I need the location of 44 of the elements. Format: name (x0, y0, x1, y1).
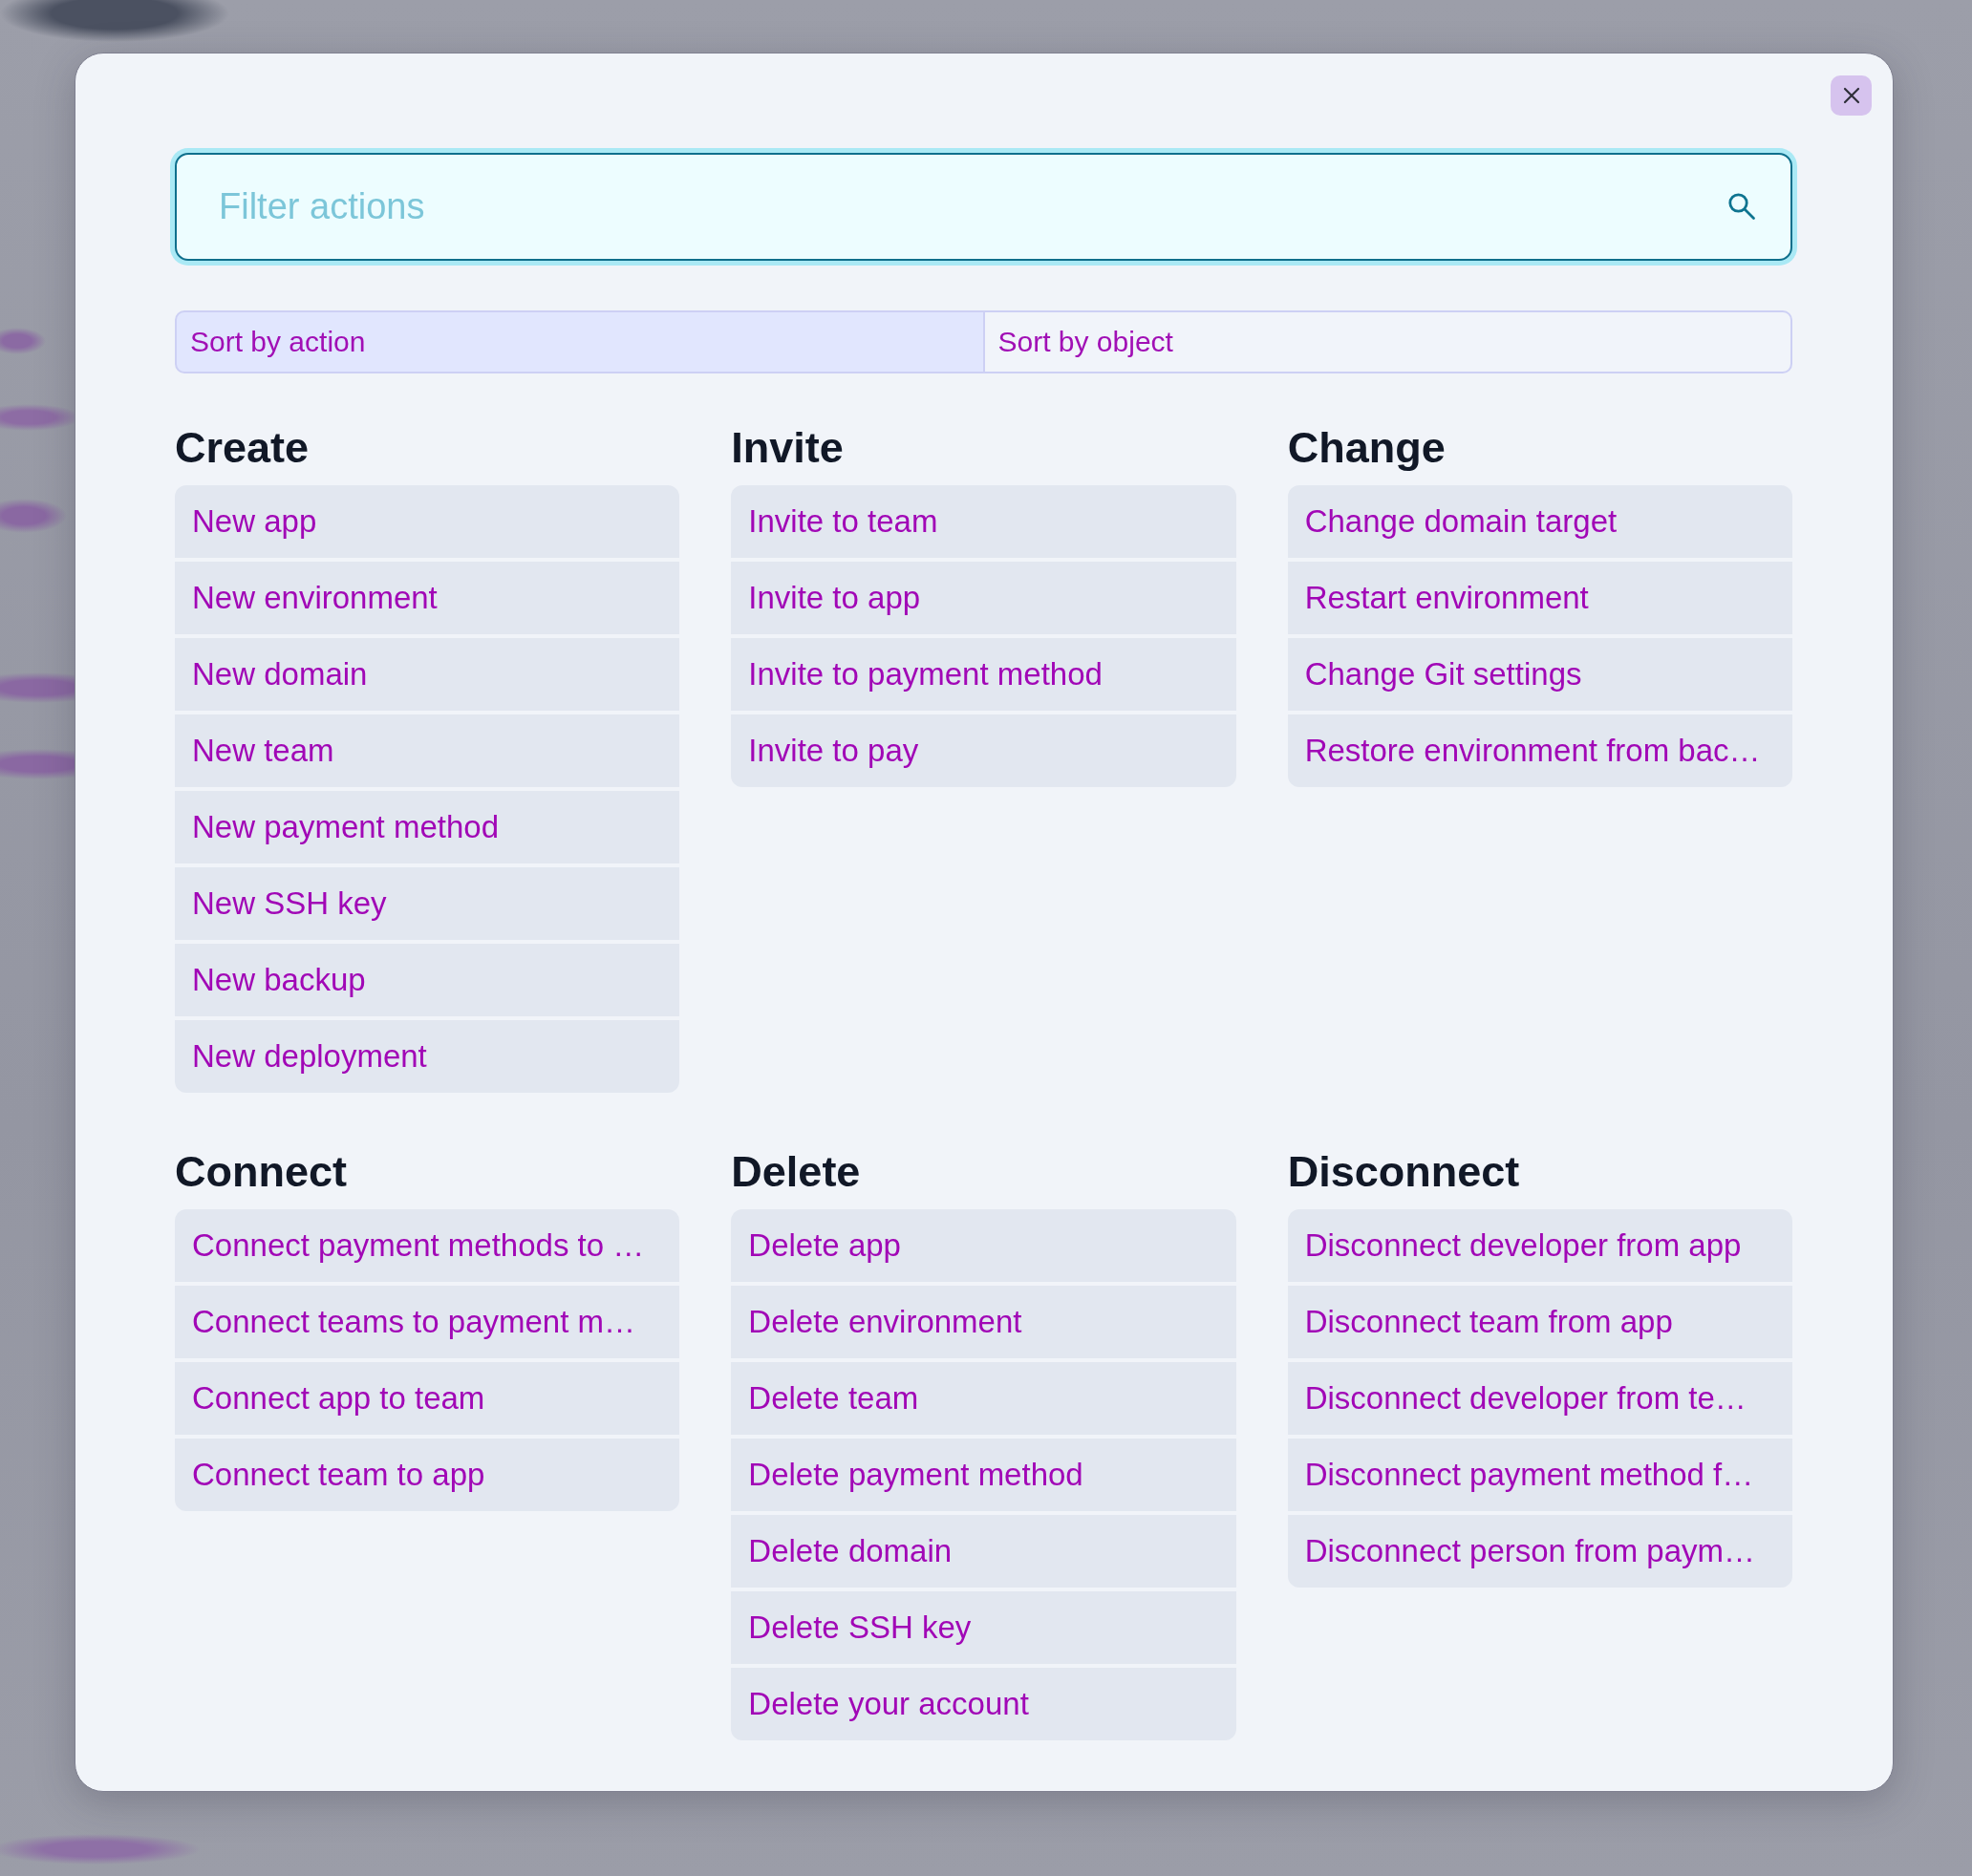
action-item[interactable]: New team (175, 714, 680, 787)
action-item[interactable]: New backup (175, 944, 680, 1016)
action-item[interactable]: Invite to team (731, 485, 1236, 558)
group-heading: Create (175, 422, 310, 474)
group-heading: Disconnect (1287, 1146, 1520, 1198)
action-item[interactable]: Disconnect payment method f… (1287, 1439, 1792, 1511)
action-item[interactable]: Change Git settings (1287, 638, 1792, 711)
action-item[interactable]: Invite to app (731, 562, 1236, 634)
action-item[interactable]: New environment (175, 562, 680, 634)
action-item[interactable]: Disconnect developer from te… (1287, 1362, 1792, 1435)
group-heading: Invite (731, 422, 844, 474)
search-icon (1727, 192, 1756, 221)
action-item[interactable]: Invite to pay (731, 714, 1236, 787)
action-item[interactable]: Connect app to team (175, 1362, 680, 1435)
action-item[interactable]: Connect payment methods to … (175, 1209, 680, 1282)
group-heading: Delete (731, 1146, 861, 1198)
action-item[interactable]: Delete SSH key (731, 1591, 1236, 1664)
action-item[interactable]: Restore environment from bac… (1287, 714, 1792, 787)
group-heading: Change (1287, 422, 1446, 474)
action-item[interactable]: New deployment (175, 1020, 680, 1093)
action-item[interactable]: Connect team to app (175, 1439, 680, 1511)
action-item[interactable]: Delete your account (731, 1668, 1236, 1740)
action-item[interactable]: Delete domain (731, 1515, 1236, 1588)
action-item[interactable]: Delete team (731, 1362, 1236, 1435)
action-item[interactable]: Disconnect developer from app (1287, 1209, 1792, 1282)
action-item[interactable]: Invite to payment method (731, 638, 1236, 711)
action-item[interactable]: Connect teams to payment m… (175, 1286, 680, 1358)
close-button[interactable] (1831, 75, 1872, 116)
search-field[interactable]: Filter actions (175, 153, 1792, 261)
action-item[interactable]: Delete app (731, 1209, 1236, 1282)
action-item[interactable]: Change domain target (1287, 485, 1792, 558)
action-item[interactable]: New domain (175, 638, 680, 711)
action-item[interactable]: New payment method (175, 791, 680, 863)
close-icon (1842, 87, 1860, 104)
sort-tab[interactable]: Sort by action (175, 310, 984, 373)
action-item[interactable]: New app (175, 485, 680, 558)
action-item[interactable]: Restart environment (1287, 562, 1792, 634)
action-item[interactable]: Delete payment method (731, 1439, 1236, 1511)
action-item[interactable]: Disconnect person from paym… (1287, 1515, 1792, 1588)
sort-tab[interactable]: Sort by object (983, 310, 1792, 373)
action-item[interactable]: Disconnect team from app (1287, 1286, 1792, 1358)
group-heading: Connect (175, 1146, 347, 1198)
action-item[interactable]: New SSH key (175, 867, 680, 940)
action-item[interactable]: Delete environment (731, 1286, 1236, 1358)
